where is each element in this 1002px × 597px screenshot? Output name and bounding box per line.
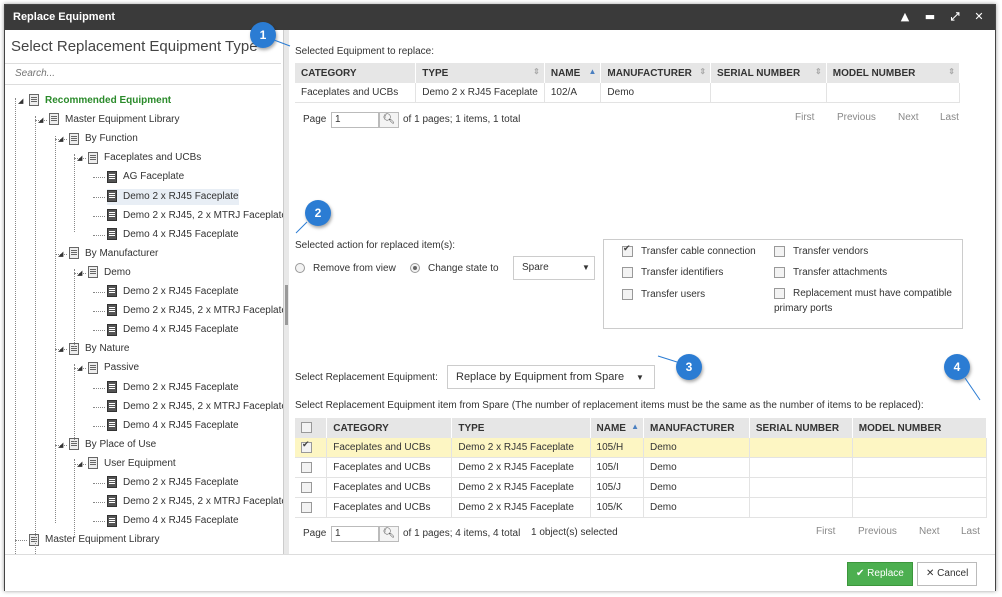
callout-3-leader <box>657 355 678 363</box>
callout-leader-lines <box>273 39 981 401</box>
callout-2-leader <box>295 221 308 234</box>
callout-4-leader <box>964 377 981 401</box>
callout-1-leader <box>273 39 291 47</box>
